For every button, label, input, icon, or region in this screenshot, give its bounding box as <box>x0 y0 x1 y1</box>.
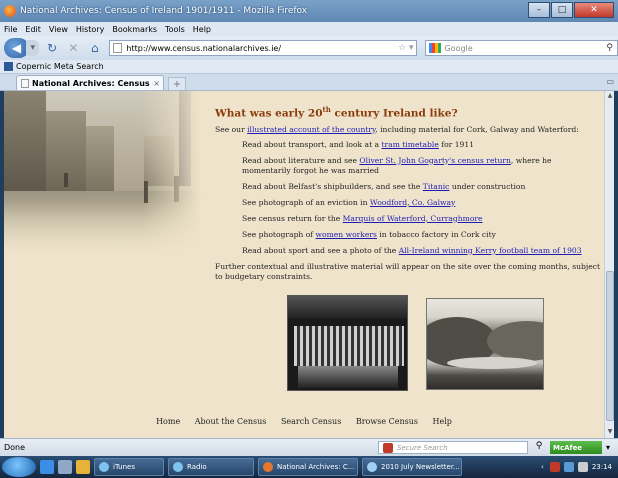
media-icon[interactable] <box>76 460 90 474</box>
maximize-button[interactable]: □ <box>551 2 573 18</box>
marquis-waterford-link[interactable]: Marquis of Waterford, Curraghmore <box>343 214 483 223</box>
main-article: What was early 20th century Ireland like… <box>215 105 601 282</box>
illustrated-account-link[interactable]: illustrated account of the country <box>247 125 375 134</box>
lake-landscape-photo[interactable] <box>426 298 544 390</box>
search-box[interactable]: Google ⚲ <box>425 40 618 56</box>
footer-link-home[interactable]: Home <box>156 417 180 426</box>
ie-icon[interactable] <box>40 460 54 474</box>
status-text: Done <box>4 443 26 452</box>
page-content: What was early 20th century Ireland like… <box>4 91 604 438</box>
list-item: Read about sport and see a photo of the … <box>242 245 582 255</box>
titanic-link[interactable]: Titanic <box>423 182 450 191</box>
women-workers-link[interactable]: women workers <box>316 230 377 239</box>
home-icon[interactable]: ⌂ <box>86 39 103 57</box>
bookmarks-toolbar: Copernic Meta Search <box>0 60 618 74</box>
street-photo <box>4 91 202 261</box>
tab-list-icon[interactable]: ▭ <box>606 77 614 86</box>
page-icon <box>113 43 123 53</box>
explorer-icon[interactable] <box>58 460 72 474</box>
task-newsletter[interactable]: 2010 July Newsletter... <box>362 458 462 476</box>
kerry-football-link[interactable]: All-Ireland winning Kerry football team … <box>399 246 582 255</box>
copernic-icon <box>4 62 13 71</box>
mcafee-button[interactable]: McAfee <box>549 441 602 454</box>
reload-icon[interactable]: ↻ <box>43 39 60 57</box>
volume-icon[interactable] <box>577 462 588 472</box>
woodford-link[interactable]: Woodford, Co. Galway <box>370 198 455 207</box>
bookmark-copernic[interactable]: Copernic Meta Search <box>16 62 104 71</box>
topic-list: Read about transport, and look at a tram… <box>215 140 601 256</box>
navigation-toolbar: ◀ ▾ ↻ ✕ ⌂ http://www.census.nationalarch… <box>0 36 618 60</box>
search-icon[interactable]: ⚲ <box>532 441 546 454</box>
status-bar: Done Secure Search ⚲ McAfee ▾ <box>0 438 618 456</box>
start-button[interactable] <box>2 457 36 477</box>
vertical-scrollbar[interactable]: ▲ ▼ <box>604 91 614 438</box>
closing-paragraph: Further contextual and illustrative mate… <box>215 261 601 281</box>
new-tab-button[interactable]: + <box>168 77 186 90</box>
window-titlebar: National Archives: Census of Ireland 190… <box>0 0 618 22</box>
list-item: Read about transport, and look at a tram… <box>242 139 475 149</box>
menu-bookmarks[interactable]: Bookmarks <box>112 25 157 34</box>
scroll-up-icon[interactable]: ▲ <box>606 92 614 101</box>
stop-icon[interactable]: ✕ <box>65 39 82 57</box>
page-heading: What was early 20th century Ireland like… <box>215 105 458 120</box>
menu-tools[interactable]: Tools <box>165 25 185 34</box>
scroll-down-icon[interactable]: ▼ <box>606 428 614 437</box>
tab-label: National Archives: Census of Ireland ... <box>32 78 153 88</box>
mcafee-shield-icon <box>382 442 393 453</box>
tab-active[interactable]: National Archives: Census of Ireland ...… <box>16 75 164 90</box>
menu-edit[interactable]: Edit <box>25 25 41 34</box>
gogarty-census-link[interactable]: Oliver St. John Gogarty's census return <box>359 156 511 165</box>
forward-button[interactable]: ▾ <box>26 40 40 56</box>
mill-workers-photo[interactable] <box>287 295 408 391</box>
intro-paragraph: See our illustrated account of the count… <box>215 124 579 134</box>
list-item: See photograph of women workers in tobac… <box>242 229 496 239</box>
secure-search-placeholder: Secure Search <box>396 443 448 452</box>
window-title: National Archives: Census of Ireland 190… <box>20 6 308 16</box>
mcafee-dropdown-icon[interactable]: ▾ <box>606 443 610 452</box>
footer-link-browse[interactable]: Browse Census <box>356 417 418 426</box>
close-button[interactable]: ✕ <box>574 2 614 18</box>
scroll-thumb[interactable] <box>606 271 614 421</box>
list-item: See census return for the Marquis of Wat… <box>242 213 483 223</box>
menu-history[interactable]: History <box>76 25 104 34</box>
menu-bar: File Edit View History Bookmarks Tools H… <box>0 22 618 36</box>
list-item: See photograph of an eviction in Woodfor… <box>242 197 456 207</box>
footer-link-help[interactable]: Help <box>433 417 452 426</box>
window-controls: – □ ✕ <box>527 2 614 18</box>
task-itunes[interactable]: iTunes <box>94 458 164 476</box>
tab-close-icon[interactable]: × <box>153 79 160 88</box>
clock[interactable]: 23:14 <box>592 463 612 471</box>
tab-bar: National Archives: Census of Ireland ...… <box>0 74 618 91</box>
footer-nav: Home About the Census Search Census Brow… <box>4 417 604 426</box>
minimize-button[interactable]: – <box>528 2 550 18</box>
windows-taskbar: iTunes Radio National Archives: C... 201… <box>0 456 618 478</box>
bookmark-star-icon[interactable]: ☆ ▾ <box>398 43 413 53</box>
task-radio[interactable]: Radio <box>168 458 254 476</box>
tray-expand-icon[interactable]: ‹ <box>541 463 544 471</box>
footer-link-about[interactable]: About the Census <box>195 417 267 426</box>
secure-search-box[interactable]: Secure Search <box>377 441 528 454</box>
task-firefox[interactable]: National Archives: C... <box>258 458 358 476</box>
url-bar[interactable]: http://www.census.nationalarchives.ie/ ☆… <box>109 40 418 56</box>
menu-help[interactable]: Help <box>193 25 211 34</box>
firefox-icon <box>4 5 16 17</box>
search-icon[interactable]: ⚲ <box>606 43 613 53</box>
mcafee-tray-icon[interactable] <box>549 462 560 472</box>
list-item: Read about Belfast's shipbuilders, and s… <box>242 181 526 191</box>
url-text: http://www.census.nationalarchives.ie/ <box>126 43 282 53</box>
network-icon[interactable] <box>563 462 574 472</box>
list-item: Read about literature and see Oliver St.… <box>242 155 552 175</box>
menu-view[interactable]: View <box>49 25 68 34</box>
footer-link-search[interactable]: Search Census <box>281 417 341 426</box>
tram-timetable-link[interactable]: tram timetable <box>381 140 438 149</box>
menu-file[interactable]: File <box>4 25 17 34</box>
google-icon <box>429 43 442 53</box>
search-placeholder: Google <box>444 43 473 53</box>
system-tray: ‹ 23:14 <box>541 462 618 472</box>
page-icon <box>21 78 29 88</box>
